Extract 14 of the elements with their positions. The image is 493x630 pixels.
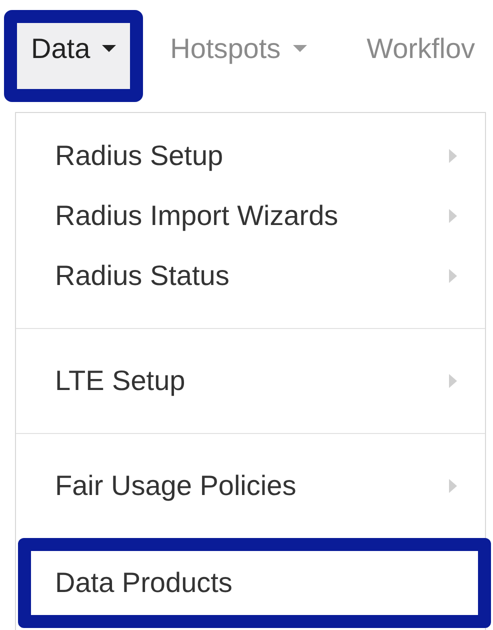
menu-item[interactable]: Radius Import Wizards [16,186,485,246]
menu-item[interactable]: Radius Setup [16,126,485,186]
chevron-right-icon [449,209,457,223]
chevron-right-icon [449,374,457,388]
caret-icon [102,45,116,53]
chevron-right-icon [449,479,457,493]
menu-item[interactable]: Fair Usage Policies [16,456,485,516]
menu-item[interactable]: Radius Status [16,246,485,306]
chevron-right-icon [449,269,457,283]
menu-item[interactable]: LTE Setup [16,351,485,411]
nav-menu-item[interactable]: Data [17,23,130,89]
caret-icon [292,45,307,53]
chevron-right-icon [449,149,457,163]
menu-item[interactable]: Data Products [18,538,491,628]
